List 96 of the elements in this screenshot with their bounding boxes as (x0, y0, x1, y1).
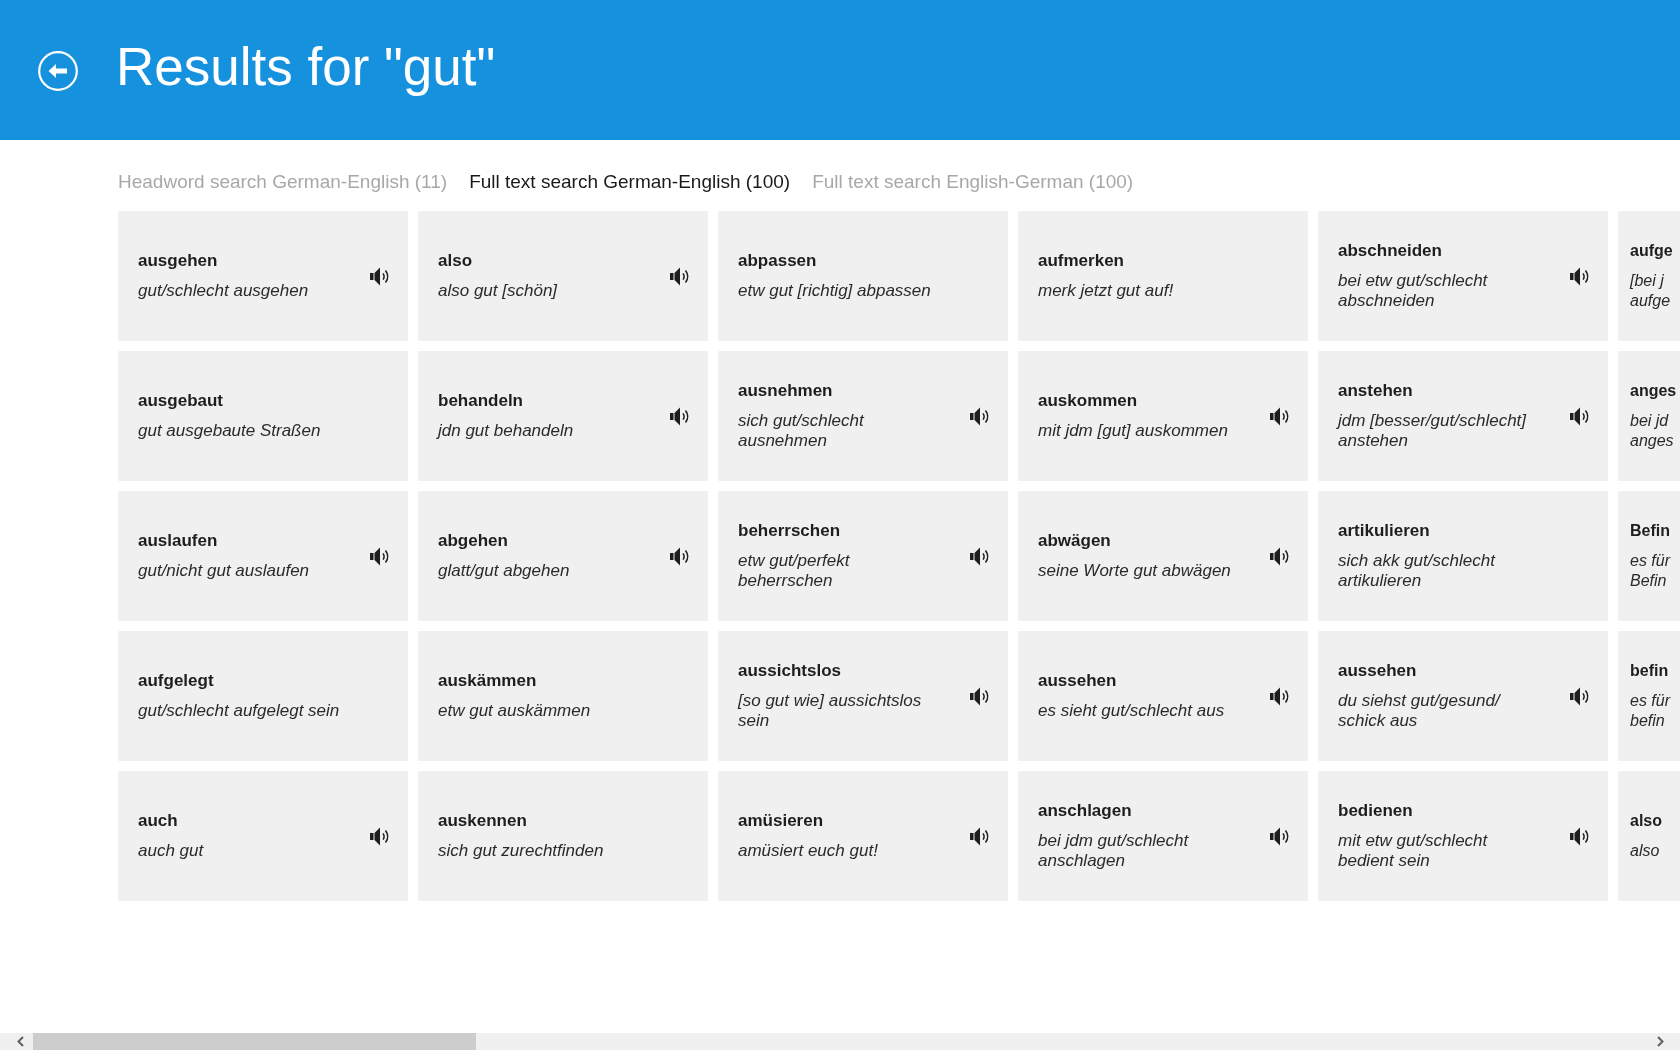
headword: auskommen (1038, 391, 1138, 411)
example-phrase: gut/schlecht ausgehen (138, 281, 309, 301)
result-card[interactable]: aufmerken merk jetzt gut auf! (1018, 211, 1308, 341)
result-card[interactable]: aussichtslos [so gut wie] aussichtslos sein (718, 631, 1008, 761)
headword: aussehen (1338, 661, 1417, 681)
result-card[interactable]: also also gut [schön] (418, 211, 708, 341)
result-card[interactable]: aufgelegt gut/schlecht aufgelegt sein (118, 631, 408, 761)
result-card[interactable]: auslaufen gut/nicht gut auslaufen (118, 491, 408, 621)
result-card[interactable]: anstehen jdm [besser/gut/schlecht] anstehen (1318, 351, 1608, 481)
result-card[interactable]: abgehen glatt/gut abgehen (418, 491, 708, 621)
headword: anstehen (1338, 381, 1413, 401)
page-title: Results for "gut" (116, 37, 496, 98)
result-card[interactable]: anschlagen bei jdm gut/schlecht anschlagen (1018, 771, 1308, 901)
example-phrase: sich gut zurechtfinden (438, 841, 604, 861)
headword: auslaufen (138, 531, 218, 551)
headword: anschlagen (1038, 801, 1132, 821)
result-card[interactable]: also also (1618, 771, 1680, 901)
result-card[interactable]: auskämmen etw gut auskämmen (418, 631, 708, 761)
chevron-right-icon[interactable] (1656, 1036, 1665, 1047)
result-card[interactable]: auskommen mit jdm [gut] auskommen (1018, 351, 1308, 481)
example-phrase: [so gut wie] aussichtslos sein (738, 691, 923, 731)
arrow-left-circle-icon[interactable] (38, 50, 78, 91)
example-phrase: [bei j aufge (1630, 271, 1672, 311)
headword: behandeln (438, 391, 523, 411)
headword: aussehen (1038, 671, 1117, 691)
result-card[interactable]: ausgebaut gut ausgebaute Straßen (118, 351, 408, 481)
headword: also (1630, 811, 1662, 831)
headword: abwägen (1038, 531, 1111, 551)
headword: abpassen (738, 251, 817, 271)
headword: amüsieren (738, 811, 824, 831)
result-card[interactable]: ausnehmen sich gut/schlecht ausnehmen (718, 351, 1008, 481)
example-phrase: etw gut [richtig] abpassen (738, 281, 931, 301)
result-card[interactable]: aufge [bei j aufge (1618, 211, 1680, 341)
example-phrase: also (1630, 841, 1660, 861)
example-phrase: bei jd anges (1630, 411, 1675, 451)
result-card[interactable]: abschneiden bei etw gut/schlecht abschneiden (1318, 211, 1608, 341)
search-tab[interactable]: Full text search German-English (100) (469, 168, 791, 196)
example-phrase: es sieht gut/schlecht aus (1038, 701, 1225, 721)
result-card[interactable]: behandeln jdn gut behandeln (418, 351, 708, 481)
result-card[interactable]: aussehen es sieht gut/schlecht aus (1018, 631, 1308, 761)
example-phrase: gut/schlecht aufgelegt sein (138, 701, 340, 721)
example-phrase: jdm [besser/gut/schlecht] anstehen (1338, 411, 1528, 451)
example-phrase: bei jdm gut/schlecht anschlagen (1038, 831, 1190, 871)
example-phrase: amüsiert euch gut! (738, 841, 878, 861)
headword: artikulieren (1338, 521, 1430, 541)
example-phrase: etw gut/perfekt beherrschen (738, 551, 851, 591)
example-phrase: es für Befin (1630, 551, 1672, 591)
headword: befin (1630, 661, 1669, 681)
example-phrase: gut ausgebaute Straßen (138, 421, 321, 441)
headword: aufmerken (1038, 251, 1124, 271)
headword: Befin (1630, 521, 1670, 541)
result-card[interactable]: artikulieren sich akk gut/schlecht artikulieren (1318, 491, 1608, 621)
headword: auch (138, 811, 178, 831)
headword: aussichtslos (738, 661, 841, 681)
headword: auskennen (438, 811, 527, 831)
result-card[interactable]: auskennen sich gut zurechtfinden (418, 771, 708, 901)
example-phrase: bei etw gut/schlecht abschneiden (1338, 271, 1489, 311)
headword: ausgehen (138, 251, 218, 271)
headword: ausnehmen (738, 381, 833, 401)
example-phrase: merk jetzt gut auf! (1038, 281, 1174, 301)
example-phrase: du siehst gut/gesund/ schick aus (1338, 691, 1502, 731)
example-phrase: sich gut/schlecht ausnehmen (738, 411, 866, 451)
headword: anges (1630, 381, 1677, 401)
headword: aufge (1630, 241, 1673, 261)
result-card[interactable]: abpassen etw gut [richtig] abpassen (718, 211, 1008, 341)
result-card[interactable]: auch auch gut (118, 771, 408, 901)
example-phrase: es für befin (1630, 691, 1672, 731)
result-card[interactable]: beherrschen etw gut/perfekt beherrschen (718, 491, 1008, 621)
example-phrase: sich akk gut/schlecht artikulieren (1338, 551, 1497, 591)
example-phrase: mit etw gut/schlecht bedient sein (1338, 831, 1489, 871)
example-phrase: also gut [schön] (438, 281, 558, 301)
headword: also (438, 251, 473, 271)
scrollbar-thumb[interactable] (33, 1033, 476, 1050)
example-phrase: glatt/gut abgehen (438, 561, 570, 581)
example-phrase: seine Worte gut abwägen (1038, 561, 1231, 581)
result-card[interactable]: Befin es für Befin (1618, 491, 1680, 621)
result-card[interactable]: amüsieren amüsiert euch gut! (718, 771, 1008, 901)
headword: beherrschen (738, 521, 841, 541)
headword: bedienen (1338, 801, 1413, 821)
result-card[interactable]: bedienen mit etw gut/schlecht bedient sein (1318, 771, 1608, 901)
chevron-left-icon[interactable] (16, 1036, 25, 1047)
headword: abgehen (438, 531, 508, 551)
headword: abschneiden (1338, 241, 1442, 261)
example-phrase: etw gut auskämmen (438, 701, 591, 721)
example-phrase: jdn gut behandeln (438, 421, 574, 441)
headword: auskämmen (438, 671, 537, 691)
headword: aufgelegt (138, 671, 214, 691)
headword: ausgebaut (138, 391, 224, 411)
result-card[interactable]: aussehen du siehst gut/gesund/ schick aus (1318, 631, 1608, 761)
result-card[interactable]: anges bei jd anges (1618, 351, 1680, 481)
result-card[interactable]: ausgehen gut/schlecht ausgehen (118, 211, 408, 341)
result-card[interactable]: abwägen seine Worte gut abwägen (1018, 491, 1308, 621)
example-phrase: gut/nicht gut auslaufen (138, 561, 310, 581)
example-phrase: mit jdm [gut] auskommen (1038, 421, 1228, 441)
result-card[interactable]: befin es für befin (1618, 631, 1680, 761)
example-phrase: auch gut (138, 841, 204, 861)
